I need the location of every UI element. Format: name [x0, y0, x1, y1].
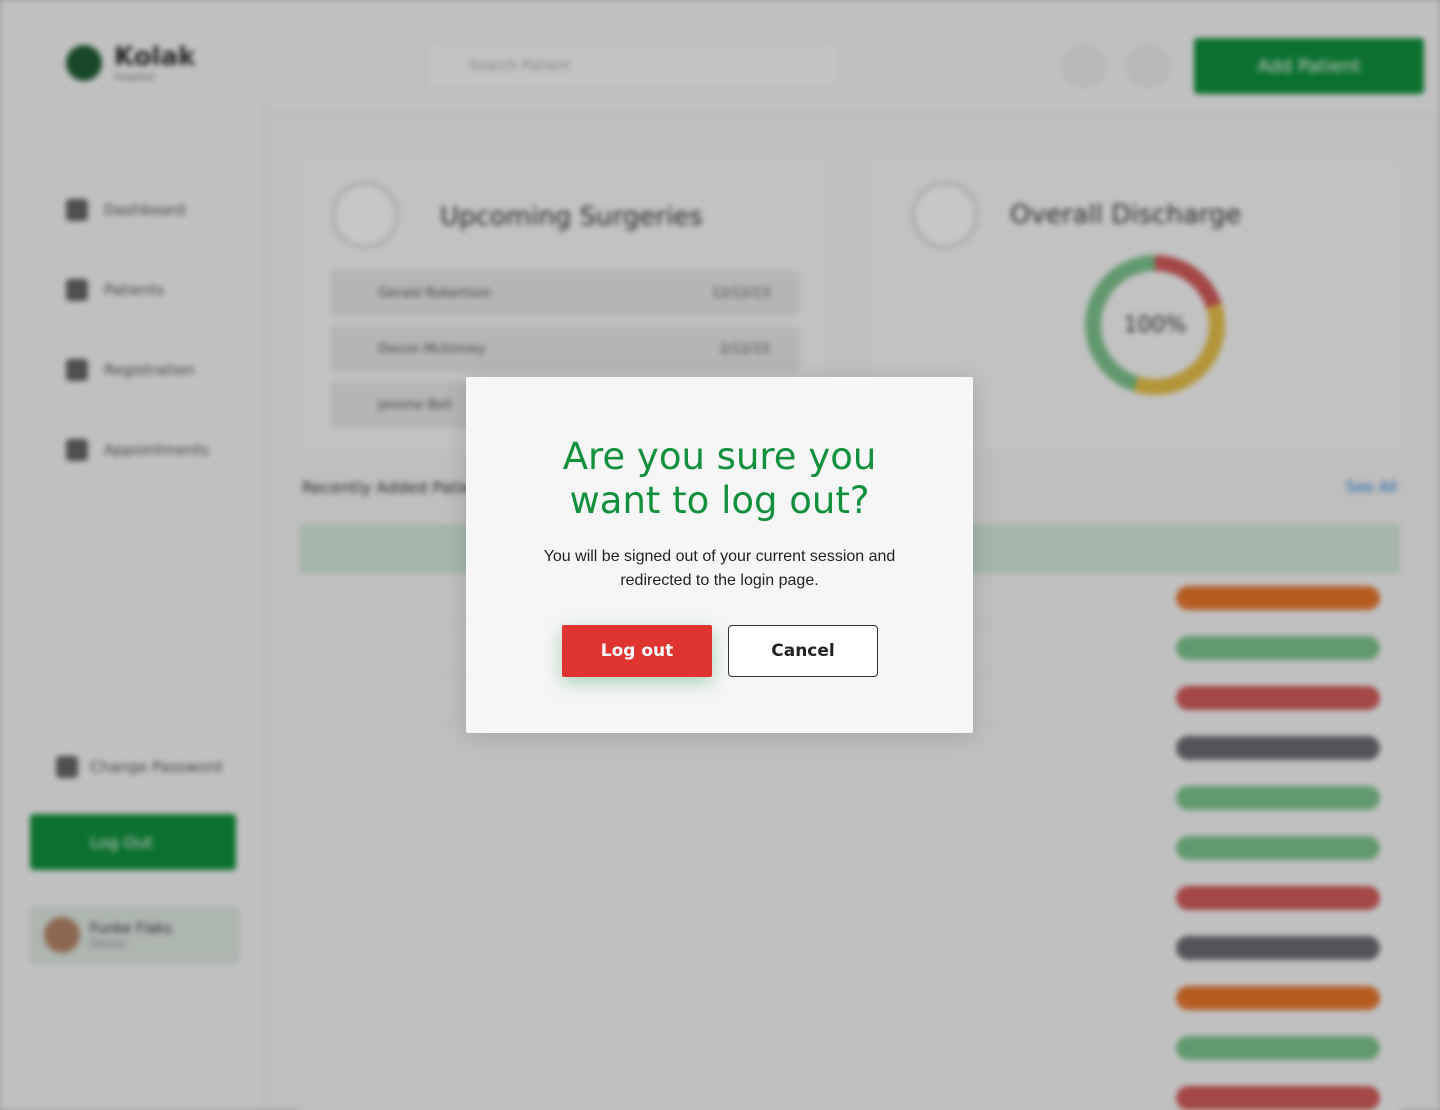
logout-confirm-dialog: Are you sure you want to log out? You wi…	[466, 377, 973, 733]
dialog-message: You will be signed out of your current s…	[543, 548, 896, 589]
cancel-button[interactable]: Cancel	[728, 625, 878, 677]
dialog-title: Are you sure you want to log out?	[562, 435, 877, 522]
confirm-logout-button[interactable]: Log out	[562, 625, 712, 677]
